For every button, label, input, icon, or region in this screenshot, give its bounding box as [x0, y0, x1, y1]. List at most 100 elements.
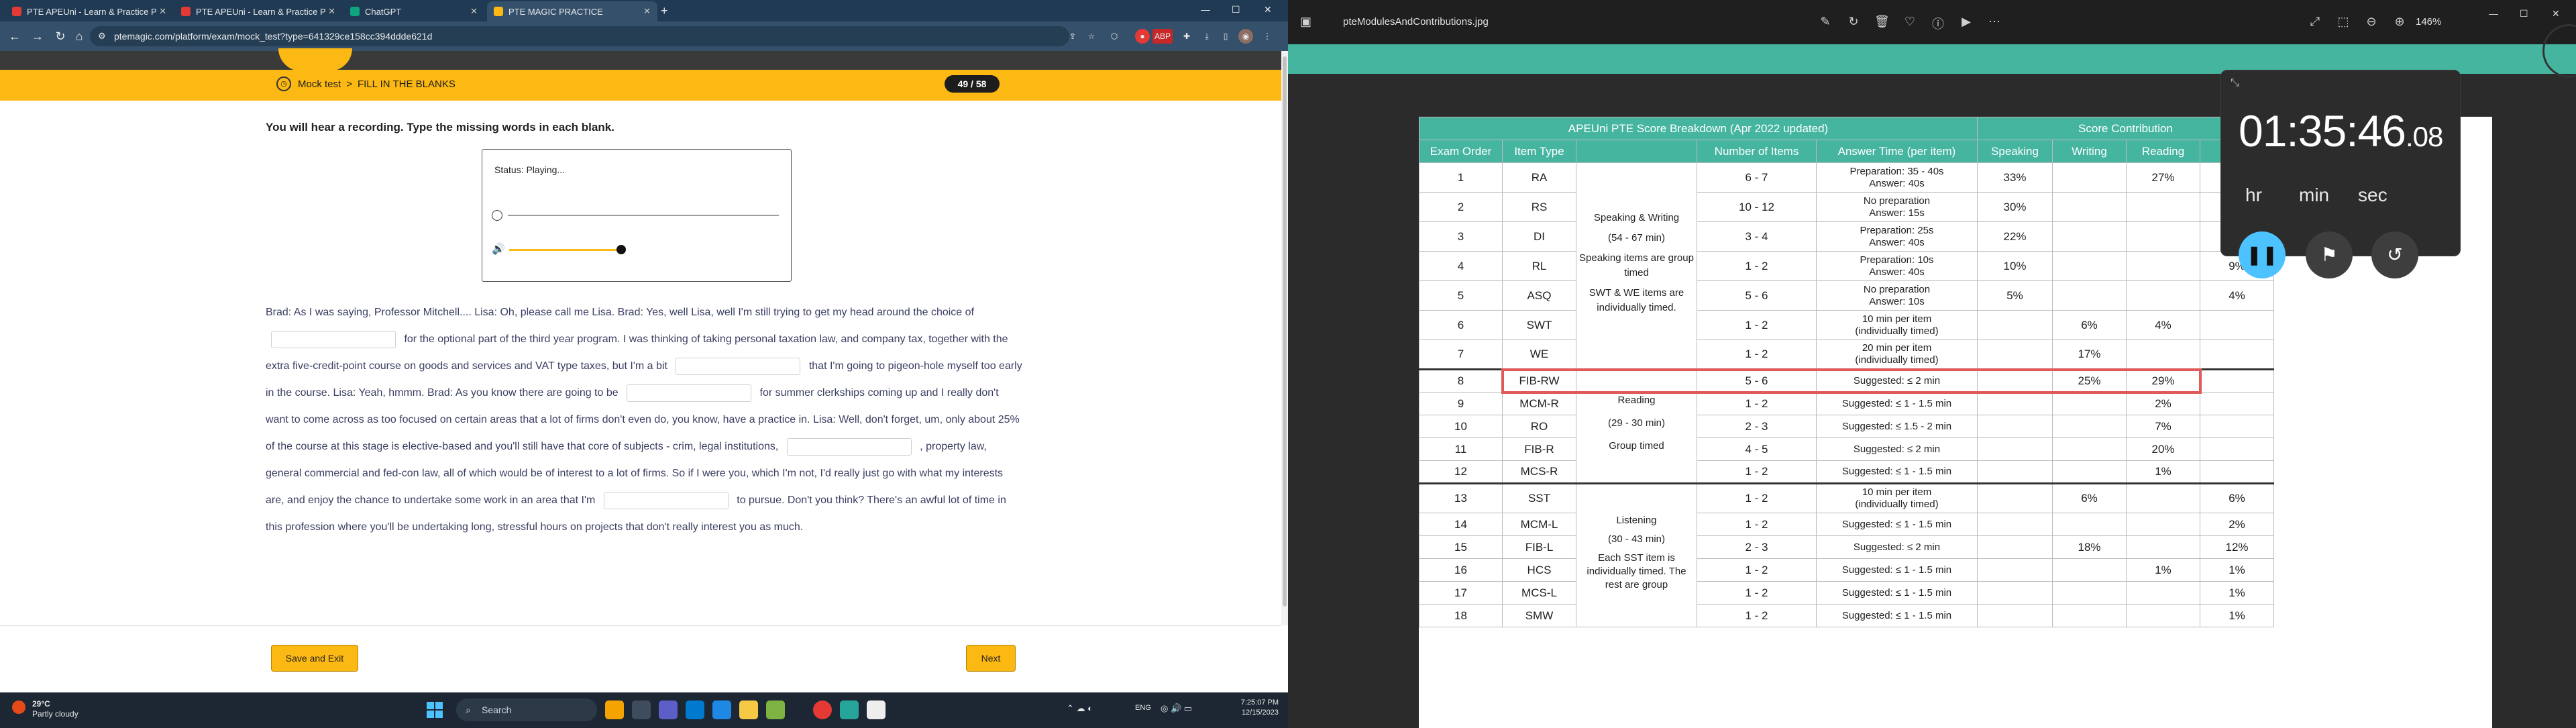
cell-type: FIB-R [1502, 437, 1576, 461]
windows-start-icon[interactable] [427, 702, 443, 718]
blank-input[interactable] [627, 384, 752, 402]
fullscreen-icon[interactable]: ⤢ [2308, 15, 2322, 29]
minimize-button[interactable]: — [1201, 4, 1210, 15]
app-icon-5[interactable] [712, 700, 731, 719]
close-window-button[interactable]: ✕ [2552, 8, 2560, 19]
cell-order: 11 [1419, 437, 1503, 461]
passage-text: Brad: As I was saying, Professor Mitchel… [266, 299, 1024, 541]
chrome-icon[interactable] [813, 700, 832, 719]
maximize-button[interactable]: ☐ [2520, 8, 2528, 19]
zoom-in-icon[interactable]: ⊕ [2392, 15, 2407, 29]
network-volume-battery-icons[interactable]: ◎ 🔊 ▭ [1161, 703, 1192, 714]
cell-reading [2126, 535, 2200, 559]
group-label: Group timed [1609, 439, 1664, 452]
cell-answer-time: Suggested: ≤ 2 min [1816, 437, 1978, 461]
sec-label: sec [2358, 185, 2387, 205]
zoom-out-icon[interactable]: ⊖ [2364, 15, 2379, 29]
pause-button[interactable]: ❚❚ [2239, 231, 2286, 278]
tab-chatgpt[interactable]: ChatGPT ✕ [343, 1, 484, 21]
edit-icon[interactable]: ✎ [1818, 15, 1833, 29]
cell-reading: 1% [2126, 460, 2200, 484]
vscode-icon[interactable] [686, 700, 704, 719]
lap-flag-button[interactable]: ⚑ [2306, 231, 2353, 278]
volume-icon[interactable]: 🔊 [492, 242, 505, 256]
table-body: 1 RA Speaking & Writing (54 - 67 min) Speaki… [1419, 162, 2274, 627]
app-icon-2[interactable] [632, 700, 651, 719]
table-row: 5 ASQ 5 - 6 No preparation Answer: 10s 5% 4% [1419, 280, 2274, 311]
forward-arrow-icon[interactable]: → [30, 28, 46, 44]
slideshow-icon[interactable]: ▶ [1959, 15, 1974, 29]
new-tab-button[interactable]: + [661, 4, 668, 18]
answer-time-line: 10 min per item [1862, 486, 1932, 498]
language-indicator[interactable]: ENG [1135, 704, 1151, 712]
downloads-icon[interactable]: ⤓ [1199, 29, 1214, 44]
teams-icon[interactable] [659, 700, 678, 719]
avatar[interactable]: ◉ [1238, 29, 1253, 44]
cell-type: MCM-R [1502, 392, 1576, 415]
blank-input[interactable] [603, 491, 729, 509]
tray-icons[interactable]: ⌃ ☁ ◐ [1067, 703, 1093, 714]
weather-widget[interactable]: 29°C Partly cloudy [12, 699, 78, 719]
bookmark-star-icon[interactable]: ☆ [1084, 29, 1099, 44]
file-explorer-icon[interactable] [739, 700, 758, 719]
favorite-heart-icon[interactable]: ♡ [1902, 15, 1917, 29]
cell-speaking [1977, 340, 2053, 370]
maximize-button[interactable]: ☐ [1232, 4, 1240, 15]
volume-handle[interactable] [616, 245, 626, 254]
url-input[interactable]: ⚙ ptemagic.com/platform/exam/mock_test?t… [90, 26, 1069, 46]
tab-apeuni-1[interactable]: PTE APEUni - Learn & Practice P ✕ [5, 1, 173, 21]
reset-button[interactable]: ↺ [2371, 231, 2418, 278]
app-icon-1[interactable] [605, 700, 624, 719]
rotate-icon[interactable]: ↻ [1846, 15, 1861, 29]
minimize-button[interactable]: — [2489, 8, 2498, 19]
cell-speaking [1977, 415, 2053, 438]
col-header: Speaking [1977, 140, 2053, 163]
sidepanel-icon[interactable]: ▯ [1218, 29, 1233, 44]
image-canvas[interactable]: APEUni PTE Score Breakdown (Apr 2022 upd… [1288, 24, 2576, 728]
save-exit-button[interactable]: Save and Exit [271, 645, 358, 672]
col-header: Item Type [1502, 140, 1576, 163]
blank-input[interactable] [786, 437, 912, 456]
extension-icon[interactable]: ⬡ [1107, 29, 1122, 44]
cell-items: 1 - 2 [1697, 604, 1817, 627]
tab-apeuni-2[interactable]: PTE APEUni - Learn & Practice P ✕ [174, 1, 342, 21]
close-tab-icon[interactable]: ✕ [643, 6, 651, 17]
cell-type: SST [1502, 482, 1576, 513]
progress-slider[interactable] [508, 215, 779, 216]
tab-pte-magic[interactable]: PTE MAGIC PRACTICE ✕ [487, 1, 657, 21]
close-tab-icon[interactable]: ✕ [470, 6, 478, 17]
home-icon[interactable]: ⌂ [71, 28, 87, 44]
back-arrow-icon[interactable]: ← [7, 28, 23, 44]
volume-slider[interactable] [509, 249, 622, 251]
blank-input[interactable] [271, 330, 396, 348]
app-icon-9[interactable] [840, 700, 859, 719]
reload-icon[interactable]: ↻ [52, 28, 68, 44]
clock-area[interactable]: 7:25:07 PM 12/15/2023 [1241, 698, 1279, 718]
info-icon[interactable]: ⓘ [1931, 15, 1945, 32]
app-icon-7[interactable] [766, 700, 785, 719]
clock-app-icon[interactable] [867, 700, 885, 719]
more-options-icon[interactable]: ⋯ [1987, 15, 2002, 29]
site-info-icon[interactable]: ⚙ [98, 26, 106, 46]
next-button[interactable]: Next [966, 645, 1016, 672]
cell-type: FIB-L [1502, 535, 1576, 559]
share-icon[interactable]: ⇪ [1065, 29, 1080, 44]
taskbar-search[interactable]: ⌕ Search [456, 698, 597, 721]
close-tab-icon[interactable]: ✕ [159, 6, 166, 17]
blank-input[interactable] [676, 357, 801, 375]
page-scrollbar[interactable] [1281, 51, 1288, 625]
extension-red-icon[interactable]: ● [1135, 29, 1150, 44]
breadcrumb-root[interactable]: Mock test [298, 79, 341, 90]
delete-icon[interactable]: 🗑 [1874, 15, 1890, 29]
menu-kebab-icon[interactable]: ⋮ [1260, 29, 1275, 44]
adblock-icon[interactable]: ABP [1152, 29, 1173, 44]
close-tab-icon[interactable]: ✕ [328, 6, 335, 17]
compact-overlay-icon[interactable]: ⤡ [2231, 77, 2239, 89]
fit-window-icon[interactable]: ⬚ [2336, 15, 2351, 29]
extension-puzzle-icon[interactable]: ✚ [1179, 29, 1194, 44]
cell-listening: 12% [2200, 535, 2274, 559]
col-header: Number of Items [1697, 140, 1817, 163]
cell-order: 15 [1419, 535, 1503, 559]
close-window-button[interactable]: ✕ [1264, 4, 1272, 15]
scrollbar-thumb[interactable] [1283, 56, 1287, 607]
